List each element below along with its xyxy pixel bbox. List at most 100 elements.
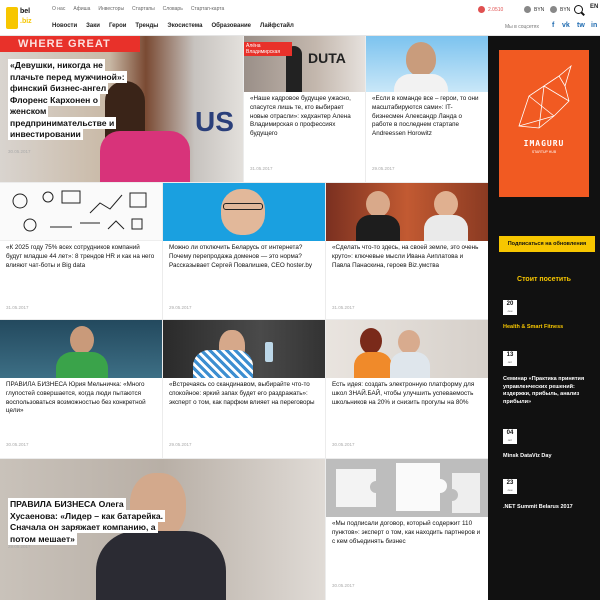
article-card[interactable]: «Мы подписали договор, который содержит … xyxy=(326,459,488,600)
article-title: «Если в команде все – герои, то они масш… xyxy=(370,94,484,140)
article-photo xyxy=(366,36,488,92)
article-date: 29.05.2017 xyxy=(169,305,192,310)
article-photo xyxy=(163,320,325,378)
unicorn-logo-icon xyxy=(518,64,572,129)
article-date: 31.05.2017 xyxy=(332,305,355,310)
event-title[interactable]: Семинар «Практика принятия управленчески… xyxy=(503,376,595,406)
article-title: «Девушки, никогда не плачьте перед мужчи… xyxy=(8,59,127,140)
article-card[interactable]: Можно ли отключить Беларусь от интернета… xyxy=(163,183,325,319)
article-photo xyxy=(0,320,162,378)
article-title: ПРАВИЛА БИЗНЕСА Юрия Мельничка: «Много г… xyxy=(4,380,158,418)
site-header: bel .biz О нас Афиша Инвесторы Стартапы … xyxy=(0,0,600,36)
article-date: 31.05.2017 xyxy=(6,305,29,310)
twitter-icon[interactable]: tw xyxy=(577,22,585,29)
event-title[interactable]: Minsk DataViz Day xyxy=(503,453,595,461)
event-month: сен xyxy=(507,309,513,313)
currency-icon xyxy=(550,6,557,13)
top-link-about[interactable]: О нас xyxy=(52,6,65,12)
currency-icon xyxy=(524,6,531,13)
nav-item-heroes[interactable]: Герои xyxy=(109,23,126,29)
event-month: окт xyxy=(507,360,513,364)
article-title: «Сделать что-то здесь, на своей земле, э… xyxy=(330,243,484,272)
event-date-badge: 13 окт xyxy=(503,351,517,366)
events-heading: Стоит посетить xyxy=(517,276,571,283)
event-title[interactable]: .NET Summit Belarus 2017 xyxy=(503,504,595,512)
search-icon[interactable] xyxy=(574,5,583,14)
top-link-investors[interactable]: Инвесторы xyxy=(98,6,124,12)
photo-text: US xyxy=(195,106,234,137)
photo-text: DUTA xyxy=(308,50,346,66)
event-month: сен xyxy=(507,488,513,492)
nav-item-trends[interactable]: Тренды xyxy=(135,23,158,29)
currency-label: BYN xyxy=(534,6,545,13)
article-card[interactable]: «Если в команде все – герои, то они масш… xyxy=(366,36,488,182)
subscribe-button[interactable]: Подписаться на обновления xyxy=(499,236,595,252)
article-card[interactable]: «Сделать что-то здесь, на своей земле, э… xyxy=(326,183,488,319)
nav-item-education[interactable]: Образование xyxy=(211,23,251,29)
person-clothing xyxy=(424,215,468,241)
banner-subtitle: STARTUP HUB xyxy=(531,150,557,154)
article-date: 30.05.2017 xyxy=(332,583,355,588)
article-card[interactable]: Есть идея: создать электронную платформу… xyxy=(326,320,488,458)
person-clothing xyxy=(56,352,108,378)
event-day: 20 xyxy=(506,301,514,307)
article-card[interactable]: ПРАВИЛА БИЗНЕСА Юрия Мельничка: «Много г… xyxy=(0,320,162,458)
article-card[interactable]: «Встречаясь со скандинавом, выбирайте чт… xyxy=(163,320,325,458)
logo-text-biz: .biz xyxy=(20,18,32,25)
site-logo[interactable]: bel .biz xyxy=(6,5,36,33)
speaker-label: Алёна Владимирская xyxy=(244,42,292,56)
event-day: 04 xyxy=(506,430,514,436)
linkedin-icon[interactable]: in xyxy=(591,22,597,29)
event-month: окт xyxy=(507,438,513,442)
person-clothing xyxy=(394,74,448,92)
top-link-startup-map[interactable]: Стартап-карта xyxy=(191,6,224,12)
facebook-icon[interactable]: f xyxy=(552,22,554,29)
article-date: 30.05.2017 xyxy=(332,442,355,447)
article-date: 30.05.2017 xyxy=(8,149,31,154)
nav-item-zaki[interactable]: Заки xyxy=(86,23,100,29)
article-title: Можно ли отключить Беларусь от интернета… xyxy=(167,243,321,272)
currency-usd: 2.0510 xyxy=(478,6,503,13)
event-date-badge: 23 сен xyxy=(503,479,517,494)
article-card[interactable]: DUTA Алёна Владимирская «Наше кадровое б… xyxy=(244,36,365,182)
article-title: «К 2025 году 75% всех сотрудников компан… xyxy=(4,243,158,272)
currency-icon xyxy=(478,6,485,13)
article-title: «Встречаясь со скандинавом, выбирайте чт… xyxy=(167,380,321,409)
glasses-icon xyxy=(223,203,263,210)
person-face xyxy=(221,189,265,235)
banner-title: IMAGURU xyxy=(523,139,565,148)
event-date-badge: 04 окт xyxy=(503,429,517,444)
nav-item-news[interactable]: Новости xyxy=(52,23,77,29)
currency-value: 2.0510 xyxy=(488,6,504,13)
main-nav: Новости Заки Герои Тренды Экосистема Обр… xyxy=(52,23,294,29)
currency-byn-2: BYN xyxy=(550,6,570,13)
vk-icon[interactable]: vk xyxy=(562,22,570,29)
currency-byn-1: BYN xyxy=(524,6,544,13)
article-card[interactable]: WHERE GREAT US «Девушки, никогда не плач… xyxy=(0,36,243,182)
person-clothing xyxy=(356,215,400,241)
imaguru-banner[interactable]: IMAGURU STARTUP HUB xyxy=(499,50,589,197)
top-link-dictionary[interactable]: Словарь xyxy=(163,6,183,12)
event-title[interactable]: Health & Smart Fitness xyxy=(503,324,595,332)
article-title: «Мы подписали договор, который содержит … xyxy=(330,519,484,548)
currency-label: BYN xyxy=(560,6,571,13)
logo-text-bel: bel xyxy=(20,8,31,15)
article-card[interactable]: «К 2025 году 75% всех сотрудников компан… xyxy=(0,183,162,319)
event-day: 23 xyxy=(506,480,514,486)
article-photo xyxy=(0,183,162,241)
nav-item-lifestyle[interactable]: Лайфстайл xyxy=(260,23,294,29)
top-links: О нас Афиша Инвесторы Стартапы Словарь С… xyxy=(52,6,224,12)
top-link-startups[interactable]: Стартапы xyxy=(132,6,155,12)
person-hair xyxy=(360,328,382,354)
article-photo xyxy=(163,183,325,241)
social-label: Мы в соцсетях xyxy=(505,24,539,30)
article-date: 29.05.2017 xyxy=(8,544,31,549)
article-card[interactable]: ПРАВИЛА БИЗНЕСА Олега Хусаенова: «Лидер … xyxy=(0,459,325,600)
articles-grid: WHERE GREAT US «Девушки, никогда не плач… xyxy=(0,36,488,600)
person-clothing xyxy=(354,352,392,378)
top-link-afisha[interactable]: Афиша xyxy=(73,6,90,12)
language-switch[interactable]: EN xyxy=(590,4,598,10)
article-date: 31.05.2017 xyxy=(250,166,273,171)
article-date: 29.05.2017 xyxy=(169,442,192,447)
nav-item-ecosystem[interactable]: Экосистема xyxy=(167,23,202,29)
